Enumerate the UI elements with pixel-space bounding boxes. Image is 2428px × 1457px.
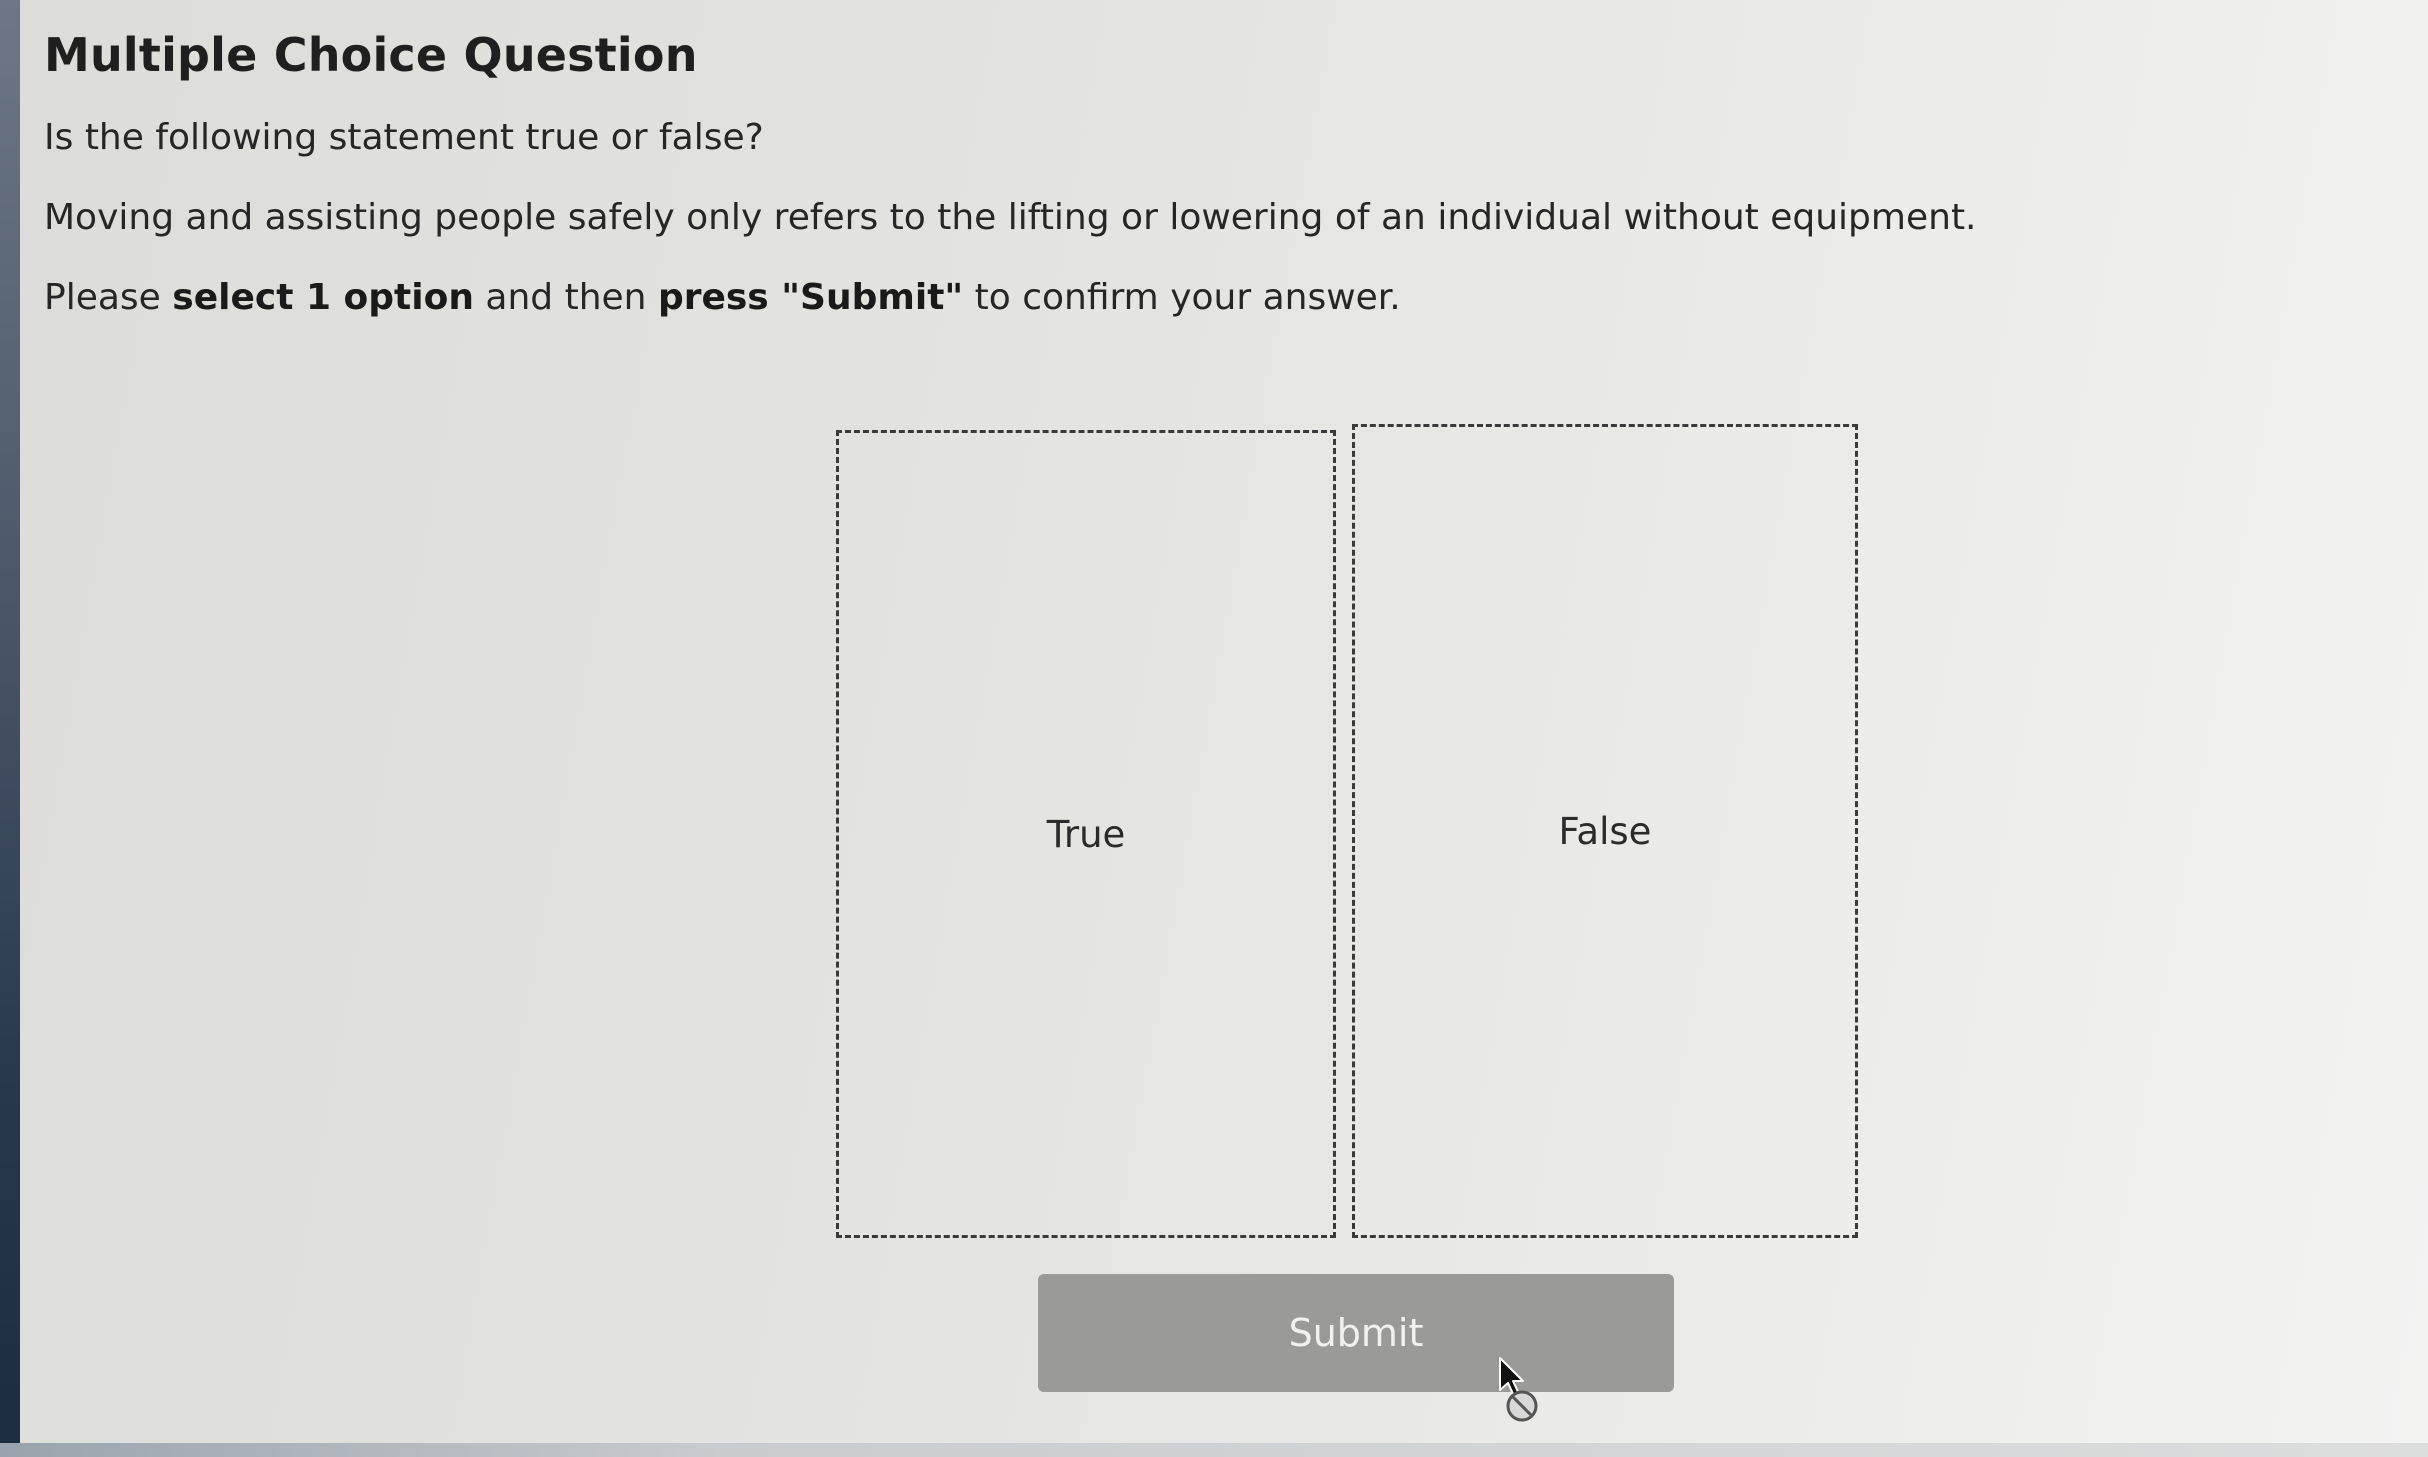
instruction-text-3: to confirm your answer. bbox=[963, 277, 1401, 318]
question-statement: Moving and assisting people safely only … bbox=[44, 197, 1977, 238]
option-false-label: False bbox=[1558, 809, 1652, 853]
submit-button[interactable]: Submit bbox=[1038, 1274, 1674, 1392]
window-edge-bottom bbox=[0, 1443, 2428, 1457]
submit-button-label: Submit bbox=[1288, 1311, 1424, 1355]
not-allowed-cursor-icon bbox=[1499, 1357, 1538, 1422]
question-title: Multiple Choice Question bbox=[44, 28, 698, 82]
option-true-label: True bbox=[1046, 812, 1126, 856]
question-prompt: Is the following statement true or false… bbox=[44, 117, 764, 158]
instruction-bold-submit: press "Submit" bbox=[657, 277, 964, 318]
window-edge-left bbox=[0, 0, 20, 1457]
question-instruction: Please select 1 option and then press "S… bbox=[44, 276, 2244, 320]
option-true[interactable]: True bbox=[836, 430, 1336, 1238]
option-false[interactable]: False bbox=[1352, 424, 1858, 1238]
instruction-text-2: and then bbox=[473, 277, 658, 318]
instruction-text-1: Please bbox=[44, 277, 173, 318]
instruction-bold-select: select 1 option bbox=[172, 277, 474, 318]
question-panel: Multiple Choice Question Is the followin… bbox=[44, 28, 2244, 356]
